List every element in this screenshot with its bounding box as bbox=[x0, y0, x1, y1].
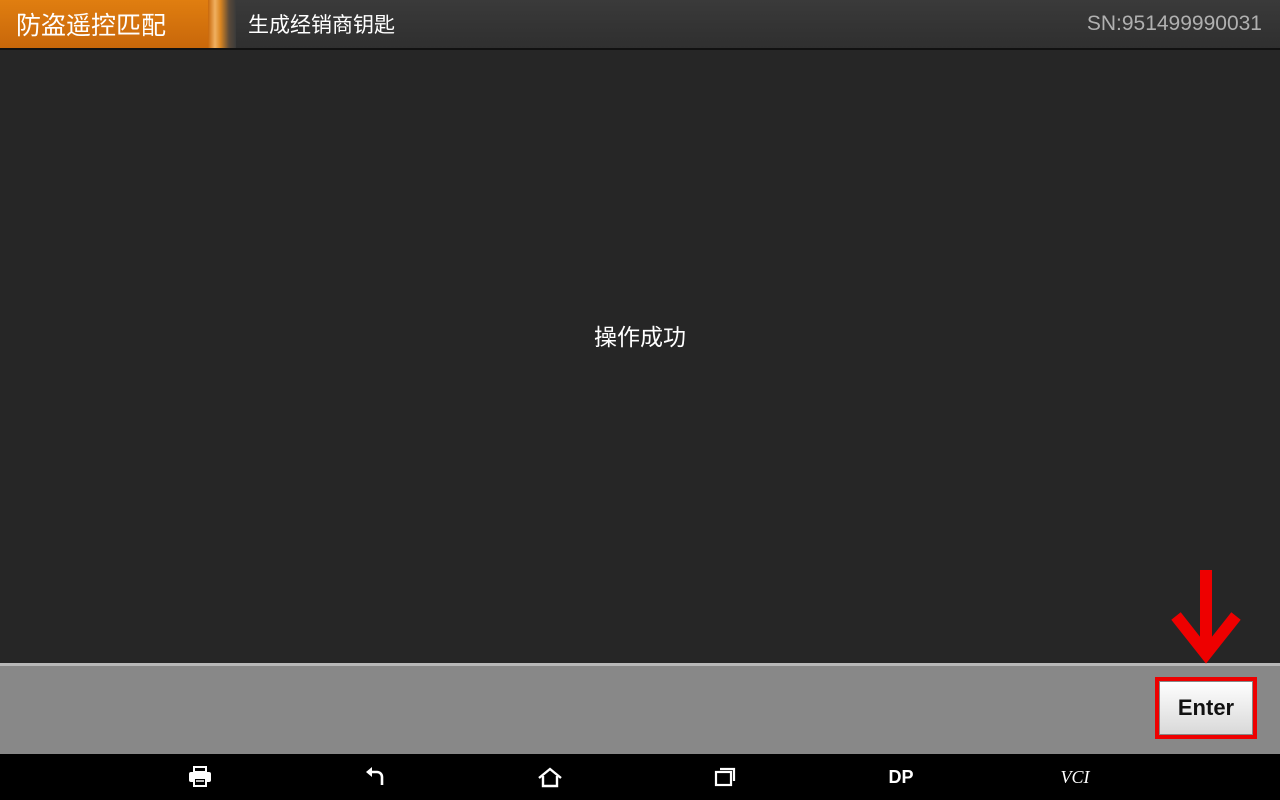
print-button[interactable] bbox=[170, 754, 230, 800]
header-bar: 防盗遥控匹配 生成经销商钥匙 SN:951499990031 bbox=[0, 0, 1280, 50]
app-screen: 防盗遥控匹配 生成经销商钥匙 SN:951499990031 操作成功 Ente… bbox=[0, 0, 1280, 800]
system-nav-bar: DP VCI bbox=[0, 754, 1280, 800]
back-icon bbox=[366, 767, 384, 785]
dp-button[interactable]: DP bbox=[871, 754, 931, 800]
down-arrow-icon bbox=[1171, 570, 1241, 664]
page-title: 生成经销商钥匙 bbox=[248, 13, 395, 37]
action-bar bbox=[0, 663, 1280, 754]
enter-button-label: Enter bbox=[1177, 695, 1235, 720]
home-button[interactable] bbox=[520, 754, 580, 800]
tab-divider bbox=[208, 0, 236, 48]
recent-apps-icon bbox=[714, 767, 736, 787]
section-tab-label: 防盗遥控匹配 bbox=[16, 11, 167, 40]
main-content: 操作成功 bbox=[0, 50, 1280, 663]
home-icon bbox=[538, 767, 562, 788]
enter-button[interactable]: Enter bbox=[1155, 677, 1257, 739]
recent-apps-button[interactable] bbox=[695, 754, 755, 800]
print-icon bbox=[189, 766, 211, 787]
vci-button[interactable]: VCI bbox=[1045, 754, 1105, 800]
section-tab[interactable]: 防盗遥控匹配 bbox=[0, 0, 214, 48]
back-button[interactable] bbox=[345, 754, 405, 800]
serial-number: SN:951499990031 bbox=[1086, 12, 1262, 35]
status-message: 操作成功 bbox=[594, 325, 686, 351]
